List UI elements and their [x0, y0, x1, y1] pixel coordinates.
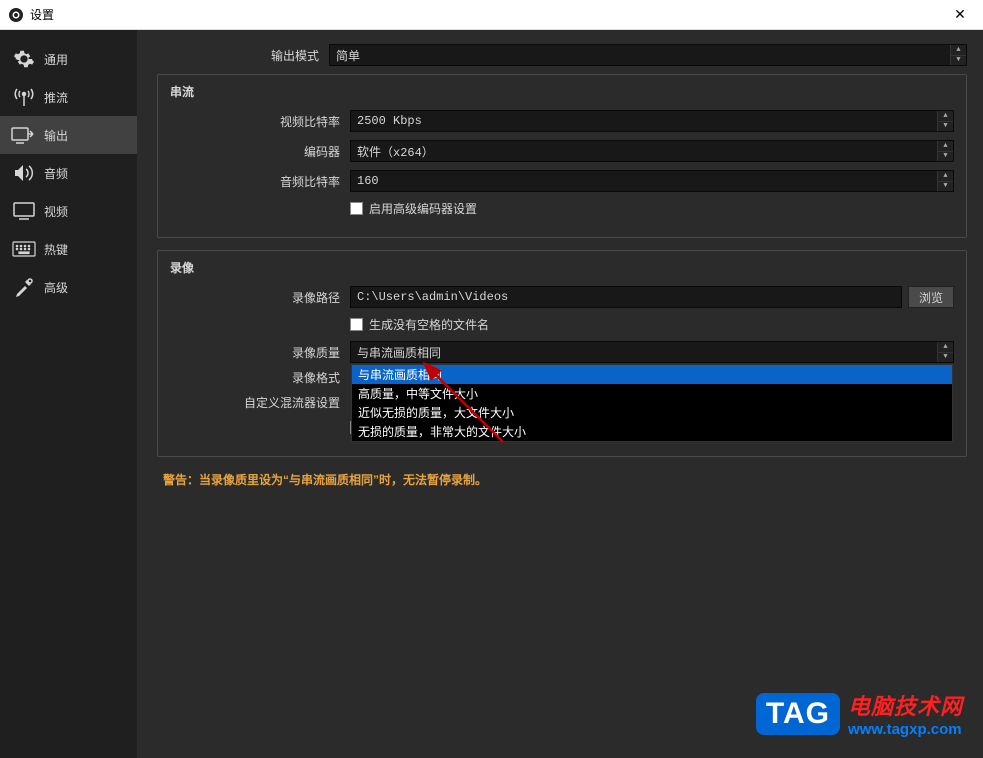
sidebar-item-label: 音频	[44, 165, 68, 182]
output-mode-value: 简单	[336, 47, 360, 64]
window-title: 设置	[30, 6, 945, 23]
stream-group-title: 串流	[170, 83, 954, 100]
watermark-badge: TAG	[756, 693, 840, 735]
keyboard-icon	[10, 238, 38, 260]
record-group: 录像 录像路径 C:\Users\admin\Videos 浏览 生成没有空格的…	[157, 250, 967, 457]
output-mode-label: 输出模式	[149, 47, 329, 64]
close-button[interactable]: ✕	[945, 6, 975, 23]
record-quality-select[interactable]: 与串流画质相同 ▲▼ 与串流画质相同 高质量，中等文件大小 近似无损的质量，大文…	[350, 341, 954, 363]
tools-icon	[10, 276, 38, 298]
record-path-input[interactable]: C:\Users\admin\Videos	[350, 286, 902, 308]
watermark: TAG 电脑技术网 www.tagxp.com	[756, 689, 963, 738]
audio-bitrate-label: 音频比特率	[170, 173, 350, 190]
encoder-label: 编码器	[170, 143, 350, 160]
sidebar-item-stream[interactable]: 推流	[0, 78, 137, 116]
titlebar: 设置 ✕	[0, 0, 983, 30]
sidebar-item-general[interactable]: 通用	[0, 40, 137, 78]
sidebar-item-label: 热键	[44, 241, 68, 258]
no-space-label: 生成没有空格的文件名	[369, 316, 489, 333]
sidebar-item-output[interactable]: 输出	[0, 116, 137, 154]
sidebar-item-advanced[interactable]: 高级	[0, 268, 137, 306]
record-quality-dropdown: 与串流画质相同 高质量，中等文件大小 近似无损的质量，大文件大小 无损的质量，非…	[351, 364, 953, 442]
watermark-cn: 电脑技术网	[848, 689, 963, 721]
output-icon	[10, 124, 38, 146]
custom-mux-label: 自定义混流器设置	[170, 394, 350, 411]
spin-control[interactable]: ▲▼	[950, 45, 966, 65]
sidebar: 通用 推流 输出 音频 视频 热键 高级	[0, 30, 137, 758]
gear-icon	[10, 48, 38, 70]
sidebar-item-hotkeys[interactable]: 热键	[0, 230, 137, 268]
video-bitrate-label: 视频比特率	[170, 113, 350, 130]
advanced-encoder-label: 启用高级编码器设置	[369, 200, 477, 217]
watermark-url: www.tagxp.com	[848, 721, 963, 738]
dropdown-option-1[interactable]: 高质量，中等文件大小	[352, 384, 952, 403]
sidebar-item-label: 输出	[44, 127, 68, 144]
advanced-encoder-checkbox[interactable]	[350, 202, 363, 215]
sidebar-item-audio[interactable]: 音频	[0, 154, 137, 192]
app-icon	[8, 7, 24, 23]
sidebar-item-label: 通用	[44, 51, 68, 68]
warning-text: 警告：当录像质里设为“与串流画质相同”时，无法暂停录制。	[163, 471, 967, 488]
monitor-icon	[10, 200, 38, 222]
record-path-label: 录像路径	[170, 289, 350, 306]
encoder-select[interactable]: 软件（x264）▲▼	[350, 140, 954, 162]
stream-group: 串流 视频比特率 2500 Kbps▲▼ 编码器 软件（x264）▲▼ 音频比特…	[157, 74, 967, 238]
record-quality-label: 录像质量	[170, 344, 350, 361]
no-space-checkbox[interactable]	[350, 318, 363, 331]
content-area: 输出模式 简单 ▲▼ 串流 视频比特率 2500 Kbps▲▼ 编码器 软件（x…	[137, 30, 983, 758]
sidebar-item-label: 视频	[44, 203, 68, 220]
dropdown-option-0[interactable]: 与串流画质相同	[352, 365, 952, 384]
output-mode-select[interactable]: 简单 ▲▼	[329, 44, 967, 66]
browse-button[interactable]: 浏览	[908, 286, 954, 308]
dropdown-option-3[interactable]: 无损的质量，非常大的文件大小	[352, 422, 952, 441]
sidebar-item-video[interactable]: 视频	[0, 192, 137, 230]
speaker-icon	[10, 162, 38, 184]
sidebar-item-label: 高级	[44, 279, 68, 296]
video-bitrate-input[interactable]: 2500 Kbps▲▼	[350, 110, 954, 132]
audio-bitrate-select[interactable]: 160▲▼	[350, 170, 954, 192]
record-format-label: 录像格式	[170, 369, 350, 386]
antenna-icon	[10, 86, 38, 108]
dropdown-option-2[interactable]: 近似无损的质量，大文件大小	[352, 403, 952, 422]
record-group-title: 录像	[170, 259, 954, 276]
sidebar-item-label: 推流	[44, 89, 68, 106]
